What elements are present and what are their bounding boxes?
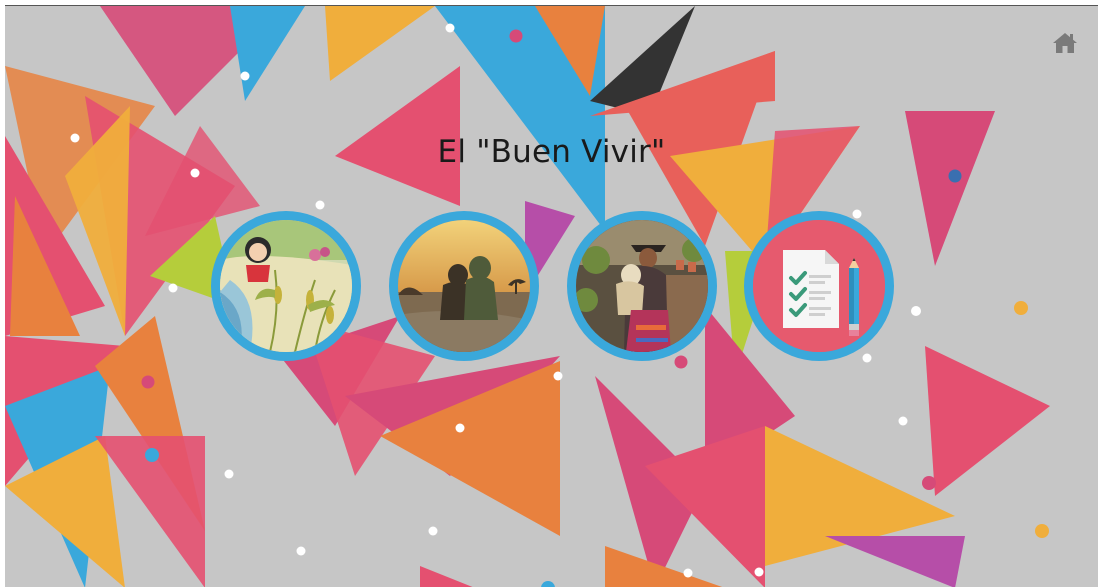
illustration-girl-cornfield-image xyxy=(220,220,352,352)
home-icon xyxy=(1053,33,1077,53)
activity-graphic xyxy=(753,220,885,352)
photo-people-sunset-image xyxy=(398,220,530,352)
pencil-icon xyxy=(849,258,859,336)
menu-item-sunset-photo[interactable] xyxy=(389,211,539,361)
menu-item-activity[interactable] xyxy=(744,211,894,361)
scene: El "Buen Vivir" xyxy=(5,5,1098,587)
checklist-icon xyxy=(783,250,839,328)
home-button[interactable] xyxy=(1053,32,1077,54)
photo-woman-with-child-image xyxy=(576,220,708,352)
background-triangles xyxy=(5,6,1050,587)
menu-item-illustration[interactable] xyxy=(211,211,361,361)
page-title: El "Buen Vivir" xyxy=(437,134,666,170)
menu-item-woman-photo[interactable] xyxy=(567,211,717,361)
